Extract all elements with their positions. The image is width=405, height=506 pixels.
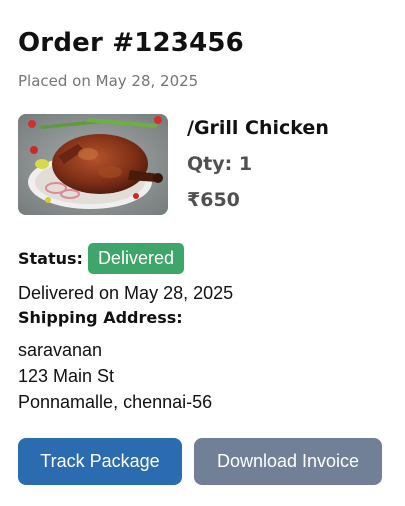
track-package-button[interactable]: Track Package — [18, 438, 182, 485]
shipping-address-label: Shipping Address: — [18, 308, 183, 327]
grilled-chicken-photo — [18, 114, 168, 215]
product-price: ₹650 — [187, 189, 240, 211]
address-line-city: Ponnamalle, chennai-56 — [18, 392, 213, 412]
order-title: Order #123456 — [18, 28, 244, 58]
status-badge: Delivered — [87, 242, 184, 274]
address-line-name: saravanan — [18, 340, 103, 360]
product-image — [18, 114, 168, 215]
status-row: Status: Delivered — [18, 242, 184, 274]
delivered-date: Delivered on May 28, 2025 — [18, 283, 234, 303]
product-name: /Grill Chicken — [187, 117, 329, 139]
status-label: Status: — [18, 248, 83, 268]
order-placed-date: Placed on May 28, 2025 — [18, 72, 199, 90]
download-invoice-button[interactable]: Download Invoice — [194, 438, 382, 485]
address-line-street: 123 Main St — [18, 366, 115, 386]
product-quantity: Qty: 1 — [187, 153, 253, 175]
